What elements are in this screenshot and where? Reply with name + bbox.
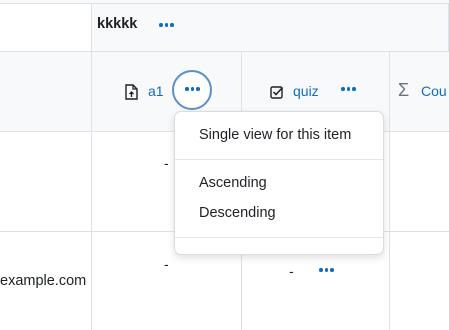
sigma-icon: Σ [398,80,410,100]
assignment-upload-icon [125,84,138,105]
grid-line [0,51,449,52]
menu-item-single-view[interactable]: Single view for this item [199,127,351,143]
cell-actions-button[interactable] [319,268,334,272]
grade-cell: - [164,256,169,272]
menu-item-ascending[interactable]: Ascending [199,175,267,191]
grid-line [91,3,92,330]
menu-divider [175,159,383,160]
grade-cell: - [164,155,169,171]
menu-item-descending[interactable]: Descending [199,205,276,221]
group-header-title: kkkkk [97,16,138,32]
column-link-a1[interactable]: a1 [148,83,164,99]
quiz-checkbox-icon [270,85,284,104]
grade-cell: - [289,263,294,279]
user-email: example.com [0,273,87,289]
more-icon [185,87,200,91]
column-link-quiz[interactable]: quiz [293,83,319,99]
column-link-course-total[interactable]: Cou [421,83,447,99]
menu-divider [175,237,383,238]
column-actions-menu: Single view for this item Ascending Desc… [174,111,384,255]
column-quiz-actions-button[interactable] [341,87,356,91]
name-column-header [0,4,91,51]
group-actions-menu-button[interactable] [159,23,174,27]
grid-line [389,51,390,330]
